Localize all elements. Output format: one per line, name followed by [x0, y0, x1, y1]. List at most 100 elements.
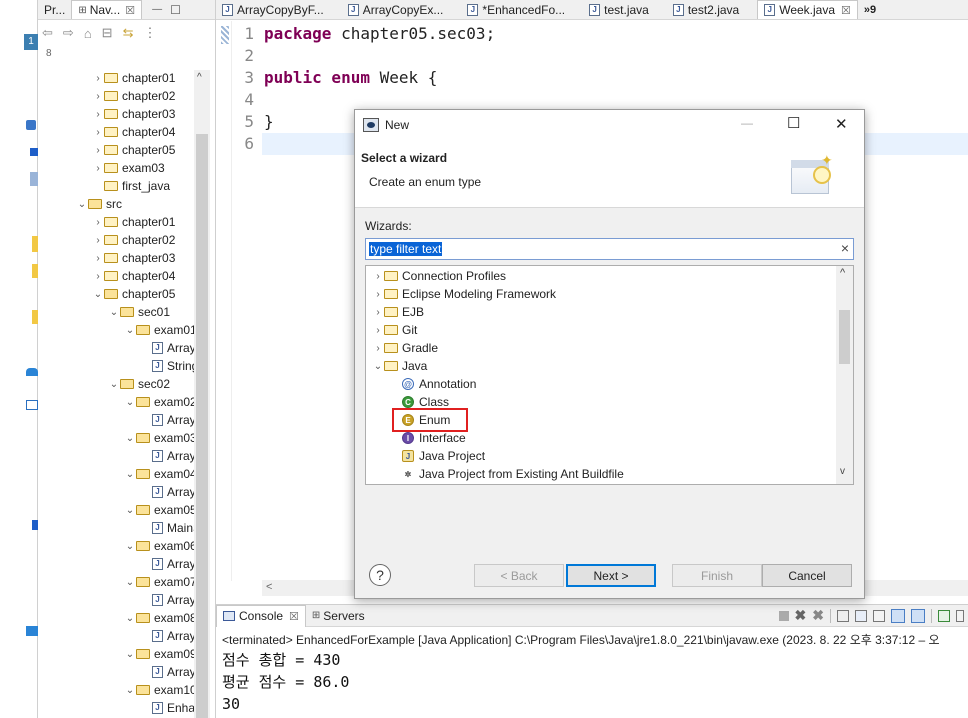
chevron-right-icon[interactable]: ›	[92, 127, 104, 138]
tree-folder-item[interactable]: › chapter02	[92, 231, 175, 249]
scroll-lock-icon[interactable]	[837, 609, 849, 622]
tree-folder-item[interactable]: ⌄ exam07	[124, 573, 197, 591]
console-menu-icon[interactable]	[956, 609, 964, 622]
editor-tab-overflow[interactable]: »9	[858, 0, 882, 19]
tree-folder-item[interactable]: › chapter03	[92, 105, 175, 123]
next-button[interactable]: Next >	[566, 564, 656, 587]
tree-folder-item[interactable]: ⌄ exam08	[124, 609, 197, 627]
console-output[interactable]: 점수 총합 = 430 평균 점수 = 86.0 30	[222, 649, 962, 715]
editor-tab[interactable]: J ArrayCopyByF...	[216, 0, 342, 19]
minimize-icon[interactable]: —	[741, 116, 753, 130]
chevron-right-icon[interactable]: ›	[92, 91, 104, 102]
wizard-item[interactable]: › Eclipse Modeling Framework	[372, 285, 556, 303]
wizard-tree-scrollbar[interactable]: ^ v	[836, 266, 853, 484]
tree-file-item[interactable]: J String	[140, 357, 198, 375]
close-icon[interactable]: ✕	[835, 115, 848, 133]
tree-folder-item[interactable]: › chapter05	[92, 141, 175, 159]
chevron-down-icon[interactable]: ⌄	[108, 379, 120, 390]
chevron-down-icon[interactable]: ⌄	[92, 289, 104, 300]
chevron-down-icon[interactable]: ⌄	[124, 541, 136, 552]
chevron-down-icon[interactable]: ⌄	[124, 505, 136, 516]
tree-folder-item[interactable]: › chapter03	[92, 249, 175, 267]
chevron-down-icon[interactable]: ⌄	[124, 397, 136, 408]
open-console-icon[interactable]	[938, 609, 950, 622]
wizard-item[interactable]: › Gradle	[372, 339, 438, 357]
chevron-down-icon[interactable]: ⌄	[108, 307, 120, 318]
tree-folder-item[interactable]: ⌄ exam06	[124, 537, 197, 555]
scroll-thumb[interactable]	[839, 310, 850, 364]
wizard-item[interactable]: @ Annotation	[388, 375, 476, 393]
dialog-titlebar[interactable]: New — ☐ ✕	[355, 110, 864, 140]
tree-folder-item[interactable]: ⌄ exam05	[124, 501, 197, 519]
chevron-right-icon[interactable]: ›	[92, 271, 104, 282]
cancel-button[interactable]: Cancel	[762, 564, 852, 587]
tab-console[interactable]: Console ☒	[216, 604, 306, 627]
chevron-right-icon[interactable]: ›	[92, 145, 104, 156]
tree-folder-item[interactable]: › chapter04	[92, 267, 175, 285]
help-button[interactable]: ?	[369, 564, 391, 586]
strip-icon-f[interactable]	[26, 368, 38, 376]
tree-folder-item[interactable]: ⌄ exam04	[124, 465, 197, 483]
editor-tab[interactable]: Jtest2.java	[667, 0, 757, 19]
tab-servers[interactable]: ⊞ Servers	[306, 606, 371, 626]
chevron-right-icon[interactable]: ›	[372, 325, 384, 336]
tree-file-item[interactable]: J MainS	[140, 519, 201, 537]
strip-icon-pin[interactable]	[26, 120, 36, 130]
tree-folder-item[interactable]: › chapter04	[92, 123, 175, 141]
remove-all-icon[interactable]: ✖	[812, 607, 824, 624]
scroll-thumb[interactable]	[196, 134, 208, 718]
chevron-right-icon[interactable]: ›	[92, 109, 104, 120]
editor-tab[interactable]: Jtest.java	[583, 0, 667, 19]
tree-folder-item[interactable]: ⌄ exam01	[124, 321, 197, 339]
chevron-right-icon[interactable]: ›	[92, 73, 104, 84]
tree-folder-item[interactable]: ⌄ src	[76, 195, 122, 213]
wizard-item[interactable]: ⌄ Java	[372, 357, 428, 375]
tree-file-item[interactable]: J Enhan	[140, 699, 202, 717]
wizard-item[interactable]: › Git	[372, 321, 417, 339]
close-icon[interactable]: ☒	[289, 610, 299, 623]
tree-folder-item[interactable]: › chapter01	[92, 69, 175, 87]
chevron-right-icon[interactable]: ›	[92, 217, 104, 228]
wizard-item[interactable]: › Connection Profiles	[372, 267, 506, 285]
tree-folder-item[interactable]: ⌄ exam03	[124, 429, 197, 447]
chevron-right-icon[interactable]: ›	[92, 253, 104, 264]
tree-folder-item[interactable]: ⌄ exam02	[124, 393, 197, 411]
scroll-up-icon[interactable]: ^	[197, 72, 202, 83]
tree-folder-item[interactable]: › chapter01	[92, 213, 175, 231]
strip-icon-b[interactable]	[30, 172, 38, 186]
chevron-down-icon[interactable]: ⌄	[124, 613, 136, 624]
tree-folder-item[interactable]: ⌄ chapter05	[92, 285, 176, 303]
display-console-icon[interactable]	[911, 608, 925, 623]
close-icon[interactable]: ☒	[841, 4, 851, 17]
chevron-right-icon[interactable]: ›	[372, 307, 384, 318]
terminate-icon[interactable]	[778, 610, 789, 621]
maximize-icon[interactable]: ☐	[787, 114, 800, 132]
clear-filter-icon[interactable]: ×	[841, 240, 849, 256]
remove-launch-icon[interactable]: ✖	[795, 607, 807, 624]
show-on-output-icon[interactable]	[855, 609, 867, 622]
wizard-item[interactable]: › EJB	[372, 303, 424, 321]
wizard-item[interactable]: J Java Project	[388, 447, 485, 465]
chevron-down-icon[interactable]: ⌄	[124, 577, 136, 588]
wizard-filter-input[interactable]: type filter text ×	[365, 238, 854, 260]
chevron-right-icon[interactable]: ›	[92, 235, 104, 246]
chevron-right-icon[interactable]: ›	[92, 163, 104, 174]
tree-folder-item[interactable]: ⌄ sec02	[108, 375, 170, 393]
scroll-down-icon[interactable]: v	[840, 466, 845, 477]
tree-folder-item[interactable]: › exam03	[92, 159, 164, 177]
chevron-down-icon[interactable]: ⌄	[124, 469, 136, 480]
tree-folder-item[interactable]: first_java	[92, 177, 170, 195]
editor-tab[interactable]: J *EnhancedFo...	[461, 0, 583, 19]
tree-file-item[interactable]: J ArrayL	[140, 483, 202, 501]
chevron-right-icon[interactable]: ›	[372, 289, 384, 300]
navigator-scrollbar[interactable]: ^	[194, 70, 210, 718]
chevron-down-icon[interactable]: ⌄	[124, 685, 136, 696]
strip-icon-i[interactable]	[26, 626, 38, 636]
tree-folder-item[interactable]: ⌄ exam09	[124, 645, 197, 663]
tree-folder-item[interactable]: ⌄ exam10	[124, 681, 197, 699]
scroll-up-icon[interactable]: ^	[840, 267, 845, 279]
strip-icon-g[interactable]	[26, 400, 38, 410]
tree-folder-item[interactable]: ⌄ sec01	[108, 303, 170, 321]
scroll-left-icon[interactable]: <	[266, 581, 272, 593]
pin-console-icon[interactable]	[891, 608, 905, 623]
